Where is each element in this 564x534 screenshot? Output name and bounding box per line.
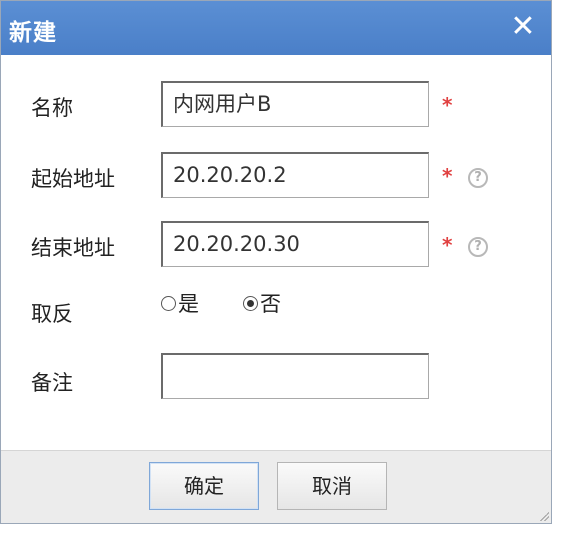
- invert-option-yes[interactable]: 是: [161, 288, 199, 318]
- start-address-label: 起始地址: [31, 167, 115, 191]
- new-entry-dialog: 新建 ✕ 名称 内网用户B * 起始地址 20.20.20.2 * ? 结束地址…: [0, 0, 552, 524]
- invert-option-yes-label: 是: [178, 292, 199, 316]
- close-icon[interactable]: ✕: [507, 7, 539, 47]
- invert-option-no-label: 否: [260, 292, 281, 316]
- end-address-help-icon[interactable]: ?: [468, 237, 488, 257]
- name-input[interactable]: 内网用户B: [161, 81, 429, 127]
- dialog-footer: 确定 取消: [1, 450, 551, 523]
- end-address-input[interactable]: 20.20.20.30: [161, 221, 429, 267]
- radio-checked-icon[interactable]: [243, 295, 258, 311]
- remark-label: 备注: [31, 371, 73, 395]
- remark-input[interactable]: [161, 353, 429, 399]
- invert-option-no[interactable]: 否: [243, 288, 281, 318]
- start-address-required-mark: *: [442, 164, 453, 188]
- end-address-required-mark: *: [442, 233, 453, 257]
- ok-button[interactable]: 确定: [149, 462, 259, 510]
- radio-unchecked-icon[interactable]: [161, 295, 176, 311]
- cancel-button[interactable]: 取消: [277, 462, 387, 510]
- name-required-mark: *: [442, 93, 453, 117]
- invert-label: 取反: [31, 302, 73, 326]
- name-label: 名称: [31, 96, 73, 120]
- dialog-title-bar[interactable]: 新建 ✕: [1, 1, 551, 55]
- resize-grip-icon[interactable]: [539, 511, 549, 521]
- start-address-help-icon[interactable]: ?: [468, 168, 488, 188]
- dialog-title: 新建: [9, 20, 57, 46]
- end-address-label: 结束地址: [31, 236, 115, 260]
- start-address-input[interactable]: 20.20.20.2: [161, 152, 429, 198]
